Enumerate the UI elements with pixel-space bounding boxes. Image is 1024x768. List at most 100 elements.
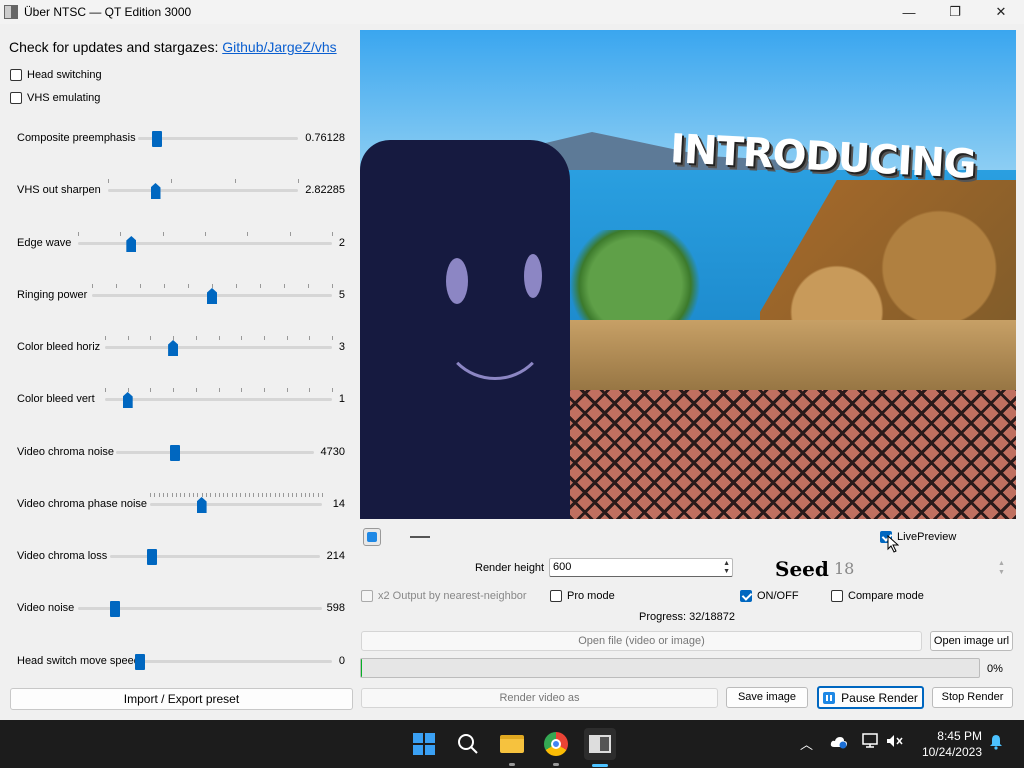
volume-muted-icon[interactable] xyxy=(886,734,904,748)
slider-handle[interactable] xyxy=(196,497,207,513)
slider-value: 0.76128 xyxy=(305,132,345,144)
render-height-spinner[interactable]: ▲ ▼ xyxy=(723,560,730,576)
slider-tick xyxy=(332,284,333,288)
vhs-emulating-label: VHS emulating xyxy=(27,92,101,104)
slider-value: 2 xyxy=(338,237,345,249)
slider-tick xyxy=(127,336,129,340)
import-export-preset-button[interactable]: Import / Export preset xyxy=(10,688,353,710)
minimize-button[interactable]: — xyxy=(886,0,932,24)
slider-tick xyxy=(188,493,190,497)
slider-track[interactable] xyxy=(138,131,298,147)
render-video-as-button[interactable]: Render video as xyxy=(361,688,718,708)
slider-ticks xyxy=(105,336,333,340)
slider-tick xyxy=(266,493,268,497)
spin-up-icon[interactable]: ▲ xyxy=(723,560,730,568)
head-switching-checkbox[interactable] xyxy=(10,69,22,81)
open-file-button[interactable]: Open file (video or image) xyxy=(361,631,922,651)
start-button[interactable] xyxy=(408,728,440,760)
slider-handle[interactable] xyxy=(135,654,145,670)
tray-chevron-up-icon[interactable]: ︿ xyxy=(800,734,813,753)
stop-render-button[interactable]: Stop Render xyxy=(932,687,1013,708)
seed-up-icon[interactable]: ▲ xyxy=(998,559,1005,568)
compare-mode-checkbox-row[interactable]: Compare mode xyxy=(831,590,924,602)
pro-mode-checkbox[interactable] xyxy=(550,590,562,602)
slider-tick xyxy=(175,493,177,497)
slider-handle[interactable] xyxy=(152,131,163,147)
render-progress-fill xyxy=(361,659,363,677)
pro-mode-checkbox-row[interactable]: Pro mode xyxy=(550,590,615,602)
open-image-url-button[interactable]: Open image url xyxy=(930,631,1013,651)
slider-tick xyxy=(105,388,106,392)
close-button[interactable]: ✕ xyxy=(978,0,1024,24)
taskbar-clock[interactable]: 8:45 PM 10/24/2023 xyxy=(912,728,982,760)
pause-render-label: Pause Render xyxy=(841,690,918,705)
slider-track[interactable] xyxy=(92,284,333,304)
seed-down-icon[interactable]: ▼ xyxy=(998,568,1005,577)
taskbar-search-button[interactable] xyxy=(452,728,484,760)
frame-icon[interactable] xyxy=(363,528,381,546)
slider-track[interactable] xyxy=(110,549,320,565)
render-height-input[interactable]: 600 ▲ ▼ xyxy=(549,558,733,577)
slider-track[interactable] xyxy=(135,654,332,670)
slider-value: 214 xyxy=(326,550,345,562)
slider-value: 3 xyxy=(338,341,345,353)
seed-value[interactable]: 18 xyxy=(834,559,854,578)
github-link[interactable]: Github/JargeZ/vhs xyxy=(222,39,336,55)
slider-tick xyxy=(184,493,186,497)
taskbar-chrome[interactable] xyxy=(540,728,572,760)
slider-tick xyxy=(234,179,236,183)
x2-output-checkbox[interactable] xyxy=(361,590,373,602)
slider-tick xyxy=(231,493,233,497)
seed-spinner[interactable]: ▲ ▼ xyxy=(998,559,1005,577)
compare-mode-checkbox[interactable] xyxy=(831,590,843,602)
network-icon[interactable] xyxy=(862,733,880,749)
slider-track[interactable] xyxy=(108,179,299,199)
slider-handle[interactable] xyxy=(168,340,179,356)
title-bar: Über NTSC — QT Edition 3000 — ❐ ✕ xyxy=(0,0,1024,24)
slider-track[interactable] xyxy=(116,445,314,461)
vhs-emulating-checkbox-row[interactable]: VHS emulating xyxy=(10,92,100,104)
on-off-checkbox-row[interactable]: ON/OFF xyxy=(740,590,799,602)
slider-handle[interactable] xyxy=(207,288,217,304)
slider-row: Head switch move speed 0 xyxy=(17,647,347,677)
vhs-emulating-checkbox[interactable] xyxy=(10,92,22,104)
head-switching-checkbox-row[interactable]: Head switching xyxy=(10,69,102,81)
on-off-checkbox[interactable] xyxy=(740,590,752,602)
slider-track[interactable] xyxy=(78,601,322,617)
render-progress-bar xyxy=(360,658,980,678)
x2-output-checkbox-row[interactable]: x2 Output by nearest-neighbor xyxy=(361,590,527,602)
spin-down-icon[interactable]: ▼ xyxy=(723,568,730,576)
preview-grate xyxy=(550,390,1016,519)
progress-percent: 0% xyxy=(987,663,1003,675)
slider-tick xyxy=(240,493,242,497)
slider-handle[interactable] xyxy=(109,601,120,617)
slider-track[interactable] xyxy=(78,232,333,252)
slider-tick xyxy=(205,493,207,497)
updates-text: Check for updates and stargazes: xyxy=(9,39,223,55)
slider-handle[interactable] xyxy=(150,183,161,199)
slider-tick xyxy=(286,388,288,392)
slider-track[interactable] xyxy=(105,336,333,356)
taskbar-ntsc-app[interactable] xyxy=(584,728,616,760)
onedrive-icon[interactable] xyxy=(830,735,848,749)
slider-tick xyxy=(150,388,152,392)
slider-tick xyxy=(158,493,160,497)
slider-handle[interactable] xyxy=(147,549,157,565)
slider-handle[interactable] xyxy=(126,236,137,252)
timeline-slider-handle[interactable] xyxy=(410,536,430,538)
slider-tick xyxy=(195,336,197,340)
slider-track[interactable] xyxy=(105,388,333,408)
notification-bell-icon[interactable] xyxy=(989,734,1003,750)
slider-tick xyxy=(308,284,309,288)
slider-tick xyxy=(317,493,319,497)
taskbar-file-explorer[interactable] xyxy=(496,728,528,760)
slider-tick xyxy=(116,284,117,288)
slider-tick xyxy=(120,232,122,236)
slider-handle[interactable] xyxy=(170,445,181,461)
slider-handle[interactable] xyxy=(122,392,133,408)
slider-track[interactable] xyxy=(150,493,323,513)
slider-value: 4730 xyxy=(320,446,345,458)
maximize-button[interactable]: ❐ xyxy=(932,0,978,24)
pause-render-button[interactable]: Pause Render xyxy=(817,686,924,709)
save-image-button[interactable]: Save image xyxy=(726,687,808,708)
